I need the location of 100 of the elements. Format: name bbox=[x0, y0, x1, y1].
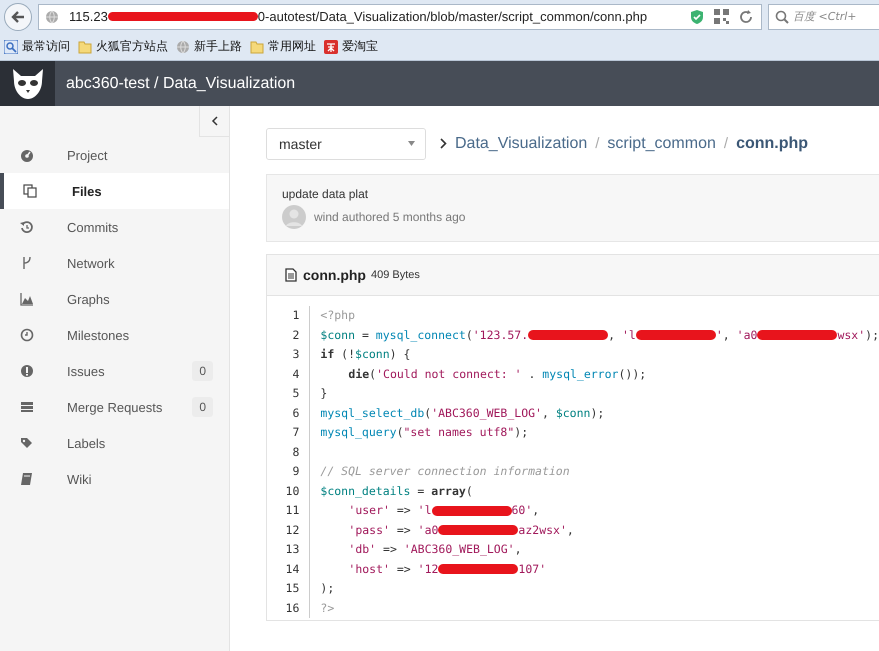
code-token: ( bbox=[396, 424, 404, 441]
shop-icon bbox=[324, 40, 338, 54]
sidebar-item[interactable]: Milestones bbox=[0, 317, 229, 353]
sidebar-item[interactable]: Labels bbox=[0, 425, 229, 461]
code-token: <?php bbox=[320, 307, 356, 324]
bookmark-search-icon bbox=[4, 40, 18, 54]
search-field[interactable]: 百度 <Ctrl+ bbox=[768, 4, 879, 30]
history-icon bbox=[20, 220, 34, 234]
code-token: array bbox=[431, 482, 466, 500]
back-arrow-icon bbox=[10, 8, 26, 24]
code-token: = bbox=[360, 326, 370, 344]
globe-icon bbox=[176, 40, 190, 54]
url-text: 115.23 bbox=[69, 9, 108, 24]
code-token: ( bbox=[466, 326, 473, 344]
code-token: , bbox=[608, 326, 616, 344]
code-token: 107' bbox=[518, 560, 546, 578]
code-token: 'l bbox=[418, 502, 432, 519]
commit-message[interactable]: update data plat bbox=[282, 187, 368, 201]
code-token: => bbox=[396, 560, 412, 578]
folder-icon bbox=[250, 40, 264, 54]
file-name: conn.php bbox=[303, 267, 366, 283]
code-token: mysql_select_db bbox=[320, 404, 424, 422]
line-number: 14 bbox=[284, 560, 300, 578]
qr-code-icon[interactable] bbox=[714, 9, 729, 24]
sidebar-item[interactable]: Issues 0 bbox=[0, 353, 229, 389]
code-token: 'ABC360_WEB_LOG' bbox=[431, 404, 542, 422]
bookmark-link[interactable]: 常用网址 bbox=[250, 38, 316, 55]
code-token: die bbox=[348, 366, 370, 382]
sidebar-item[interactable]: Merge Requests 0 bbox=[0, 389, 229, 425]
code-token: , bbox=[532, 502, 540, 519]
address-bar[interactable]: 115.23 0-autotest/Data_Visualization/blob/master/script_common/conn.php bbox=[38, 4, 762, 30]
line-number: 4 bbox=[291, 366, 300, 382]
bookmark-link[interactable]: 最常访问 bbox=[4, 38, 70, 55]
file-icon bbox=[285, 268, 297, 282]
reload-icon[interactable] bbox=[739, 10, 753, 24]
code-token: => bbox=[396, 522, 412, 538]
sidebar-item[interactable]: Files bbox=[0, 173, 229, 209]
line-number: 15 bbox=[284, 580, 300, 597]
line-number: 6 bbox=[291, 404, 300, 422]
code-token: if bbox=[320, 346, 334, 363]
back-button[interactable] bbox=[4, 2, 32, 30]
chevron-icon bbox=[440, 138, 447, 149]
shield-icon bbox=[690, 8, 704, 24]
line-number: 7 bbox=[291, 424, 300, 441]
breadcrumb-link[interactable]: conn.php bbox=[736, 134, 808, 152]
code-token: ); bbox=[590, 404, 604, 422]
code-token: ); bbox=[320, 580, 334, 597]
chevron-left-icon bbox=[210, 116, 218, 126]
code-token: = bbox=[416, 482, 426, 500]
bookmark-link[interactable]: 新手上路 bbox=[176, 38, 242, 55]
code-token: 'db' bbox=[348, 541, 376, 558]
line-number: 1 bbox=[291, 307, 300, 324]
breadcrumb-link[interactable]: script_common bbox=[607, 134, 716, 152]
breadcrumb-separator: / bbox=[595, 135, 600, 152]
code-token: mysql_query bbox=[320, 424, 397, 441]
code-token: $conn bbox=[556, 404, 590, 422]
tags-icon bbox=[20, 436, 34, 450]
code-token: 'l bbox=[622, 326, 636, 344]
info-icon bbox=[20, 364, 34, 378]
code-token: ( bbox=[369, 366, 376, 382]
code-token: 'ABC360_WEB_LOG' bbox=[404, 541, 515, 558]
bookmark-link[interactable]: 爱淘宝 bbox=[324, 38, 378, 55]
code-token: => bbox=[396, 502, 412, 519]
sidebar-item[interactable]: Commits bbox=[0, 209, 229, 245]
line-number: 11 bbox=[284, 502, 300, 519]
code-token: $conn_details bbox=[320, 482, 410, 500]
collapse-button[interactable] bbox=[199, 106, 229, 137]
code-token: mysql_connect bbox=[376, 326, 466, 344]
line-number: 5 bbox=[291, 385, 300, 402]
line-number: 16 bbox=[284, 600, 300, 616]
project-title[interactable]: abc360-test / Data_Visualization bbox=[55, 74, 296, 92]
code-token: mysql_error bbox=[542, 366, 618, 383]
globe-icon bbox=[45, 10, 59, 24]
code-token: wsx' bbox=[837, 326, 866, 344]
branch-select[interactable]: master bbox=[266, 128, 426, 160]
sidebar-item[interactable]: Graphs bbox=[0, 281, 229, 317]
sidebar-item[interactable]: Wiki bbox=[0, 461, 229, 497]
sidebar-item[interactable]: Network bbox=[0, 245, 229, 281]
code-token: ()); bbox=[618, 366, 646, 382]
sidebar-item[interactable]: Project bbox=[0, 137, 229, 173]
code-token: $conn bbox=[320, 326, 356, 344]
bookmark-link[interactable]: 火狐官方站点 bbox=[78, 38, 168, 55]
code-token: '123.57. bbox=[472, 326, 528, 344]
breadcrumb-link[interactable]: Data_Visualization bbox=[455, 134, 588, 152]
line-number: 3 bbox=[291, 346, 300, 363]
line-number: 8 bbox=[291, 444, 300, 460]
code-token: . bbox=[527, 366, 536, 382]
search-icon bbox=[775, 10, 789, 24]
code-token: 60' bbox=[512, 502, 532, 519]
code-token: 'pass' bbox=[348, 522, 390, 538]
url-text: 0-autotest/Data_Visualization/blob/master/script_common/conn.php bbox=[258, 9, 648, 24]
book-icon bbox=[20, 472, 34, 486]
code-token: ); bbox=[865, 326, 879, 344]
line-number: 9 bbox=[291, 463, 300, 480]
count-badge: 0 bbox=[192, 397, 213, 417]
code-token: ' bbox=[716, 326, 723, 344]
folder-icon bbox=[78, 40, 92, 54]
code-token: (! bbox=[340, 346, 356, 363]
file-size: 409 Bytes bbox=[371, 269, 420, 281]
code-token: ( bbox=[466, 482, 473, 500]
